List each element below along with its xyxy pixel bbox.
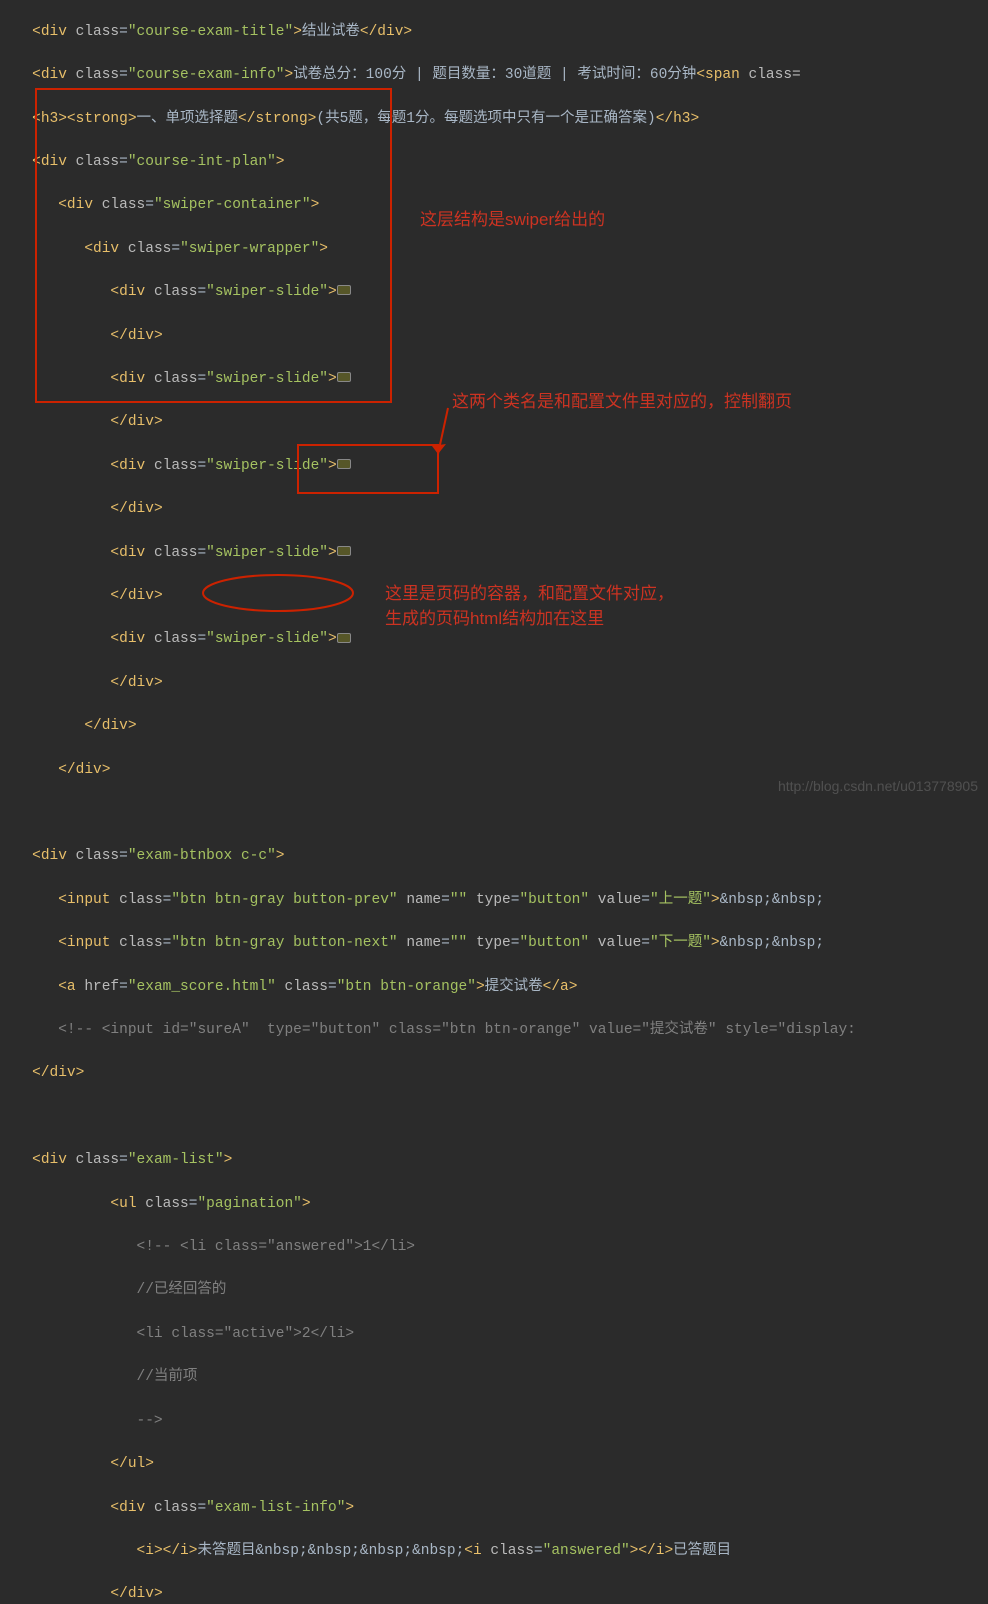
comment: //已经回答的 [137, 1282, 227, 1298]
attr-val: swiper-slide [215, 284, 319, 300]
fold-icon[interactable] [337, 285, 351, 295]
attr-val: course-exam-title [137, 24, 285, 40]
attr-val: btn btn-gray button-next [180, 935, 389, 951]
attr-val: exam-btnbox c-c [137, 848, 268, 864]
comment: //当前项 [137, 1369, 198, 1385]
comment: --> [137, 1413, 163, 1429]
attr-val: course-int-plan [137, 154, 268, 170]
comment: <!-- <li class="answered">1</li> [137, 1239, 415, 1255]
attr-val: btn btn-gray button-prev [180, 892, 389, 908]
text: (共5题，每题1分。每题选项中只有一个是正确答案) [316, 111, 655, 127]
comment: <li class="active">2</li> [137, 1326, 355, 1342]
attr-val: swiper-slide [215, 631, 319, 647]
code-editor[interactable]: <div class="course-exam-title">结业试卷</div… [0, 0, 988, 1604]
annotation-3: 这里是页码的容器，和配置文件对应，生成的页码html结构加在这里 [385, 582, 674, 631]
annotation-1: 这层结构是swiper给出的 [420, 208, 605, 233]
fold-icon[interactable] [337, 372, 351, 382]
attr-val: course-exam-info [137, 67, 276, 83]
watermark: http://blog.csdn.net/u013778905 [778, 776, 978, 798]
attr: class= [749, 67, 801, 83]
attr-val: swiper-wrapper [189, 241, 311, 257]
fold-icon[interactable] [337, 633, 351, 643]
text: 结业试卷 [302, 24, 360, 40]
attr-val: swiper-slide [215, 545, 319, 561]
attr-val: swiper-container [163, 197, 302, 213]
fold-icon[interactable] [337, 546, 351, 556]
text: 试卷总分：100分 | 题目数量：30道题 | 考试时间：60分钟 [293, 67, 696, 83]
comment: <!-- <input id="sureA" type="button" cla… [58, 1022, 856, 1038]
text: 一、单项选择题 [137, 111, 239, 127]
attr-val: swiper-slide [215, 371, 319, 387]
annotation-2: 这两个类名是和配置文件里对应的，控制翻页 [452, 390, 792, 415]
attr-val: swiper-slide [215, 458, 319, 474]
fold-icon[interactable] [337, 459, 351, 469]
